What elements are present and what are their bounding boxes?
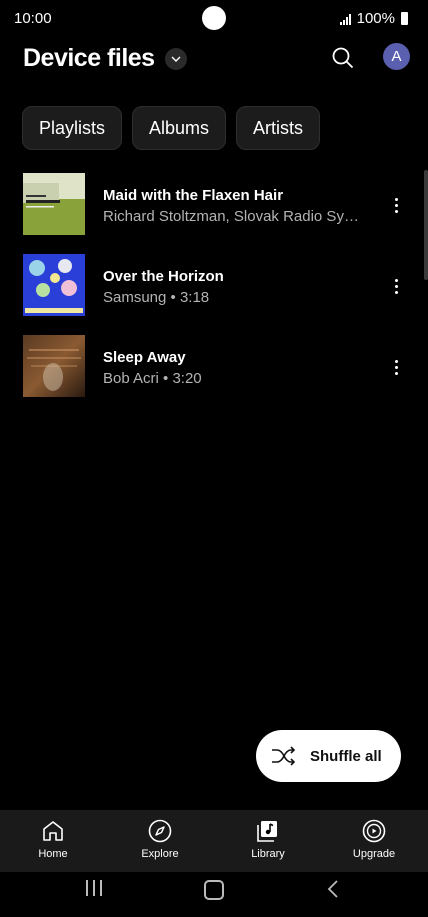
track-title: Maid with the Flaxen Hair: [103, 187, 284, 204]
chip-playlists[interactable]: Playlists: [22, 106, 123, 150]
album-art-sleep-away: [23, 335, 85, 397]
nav-home[interactable]: Home: [13, 818, 93, 860]
track-title: Over the Horizon: [103, 268, 224, 285]
nav-label: Home: [38, 848, 68, 860]
camera-cutout: [202, 6, 226, 30]
signal-icon: [339, 13, 351, 25]
chip-albums[interactable]: Albums: [132, 106, 227, 150]
home-button-icon[interactable]: [204, 880, 224, 900]
nav-upgrade[interactable]: Upgrade: [334, 818, 414, 860]
chevron-down-icon: [171, 56, 181, 62]
source-dropdown-button[interactable]: [164, 47, 187, 70]
system-nav-bar: [0, 872, 428, 917]
album-art-stoltzman: [23, 173, 85, 235]
scrollbar[interactable]: [424, 170, 428, 280]
track-title: Sleep Away: [103, 349, 186, 366]
more-options-icon[interactable]: [386, 275, 406, 297]
back-icon[interactable]: [326, 879, 340, 899]
library-icon: [257, 821, 277, 842]
nav-label: Library: [251, 848, 285, 860]
bottom-nav: Home Explore Library Upgrade: [0, 810, 428, 872]
page-title: Device files: [23, 44, 155, 72]
status-icons: 100%: [339, 10, 408, 27]
track-subtitle: Samsung • 3:18: [103, 289, 210, 306]
filter-chips: Playlists Albums Artists: [22, 106, 321, 150]
more-options-icon[interactable]: [386, 356, 406, 378]
recent-apps-icon[interactable]: [86, 880, 102, 896]
battery-percent: 100%: [356, 10, 395, 27]
shuffle-all-label: Shuffle all: [310, 747, 382, 765]
play-circle-icon: [362, 819, 386, 843]
track-subtitle: Bob Acri • 3:20: [103, 370, 202, 387]
home-icon: [43, 821, 63, 841]
nav-label: Upgrade: [352, 848, 396, 860]
nav-explore[interactable]: Explore: [120, 818, 200, 860]
search-button[interactable]: [330, 45, 356, 71]
status-time: 10:00: [14, 10, 52, 27]
shuffle-all-button[interactable]: Shuffle all: [256, 730, 401, 782]
chip-artists[interactable]: Artists: [236, 106, 321, 150]
avatar[interactable]: A: [383, 43, 410, 70]
list-item[interactable]: Sleep Away Bob Acri • 3:20: [0, 332, 428, 413]
status-bar: 10:00 100%: [0, 0, 428, 38]
search-icon: [332, 47, 354, 69]
track-subtitle: Richard Stoltzman, Slovak Radio Symphony…: [103, 208, 371, 225]
nav-library[interactable]: Library: [228, 818, 308, 860]
nav-label: Explore: [141, 848, 179, 860]
list-item[interactable]: Maid with the Flaxen Hair Richard Stoltz…: [0, 170, 428, 251]
more-options-icon[interactable]: [386, 194, 406, 216]
shuffle-icon: [272, 746, 296, 766]
album-art-over-the-horizon: [23, 254, 85, 316]
title-group[interactable]: Device files: [23, 44, 187, 73]
list-item[interactable]: Over the Horizon Samsung • 3:18: [0, 251, 428, 332]
battery-icon: [401, 12, 408, 25]
compass-icon: [148, 819, 172, 843]
track-list: Maid with the Flaxen Hair Richard Stoltz…: [0, 170, 428, 413]
app-header: Device files A: [0, 40, 428, 84]
